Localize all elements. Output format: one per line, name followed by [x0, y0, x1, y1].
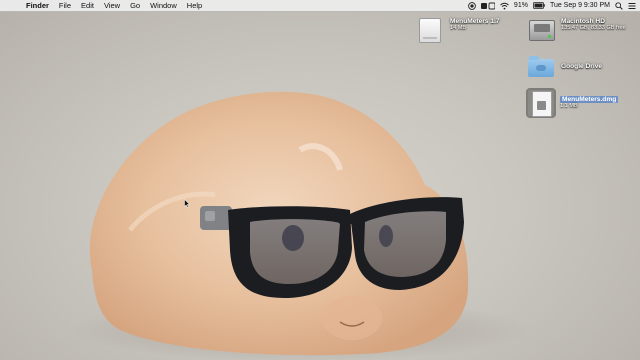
- hard-drive-icon: [528, 16, 555, 42]
- menu-help[interactable]: Help: [182, 1, 207, 10]
- notification-center-icon[interactable]: [628, 2, 636, 10]
- battery-percent[interactable]: 91%: [514, 2, 528, 9]
- icon-sublabel: 135.47 GB, 83.33 GB free: [561, 25, 626, 31]
- menu-edit[interactable]: Edit: [76, 1, 99, 10]
- search-icon[interactable]: [615, 1, 623, 10]
- menu-go[interactable]: Go: [125, 1, 145, 10]
- desktop-icon-menumeters-volume[interactable]: MenuMeters 1.7 14 MB: [416, 16, 500, 43]
- icon-sublabel: 1.1 MB: [560, 103, 578, 109]
- menu-finder[interactable]: Finder: [21, 1, 54, 10]
- icon-label: Macintosh HD: [561, 18, 605, 25]
- menu-view[interactable]: View: [99, 1, 125, 10]
- desktop-icon-menumeters-dmg[interactable]: MenuMeters.dmg 1.1 MB: [526, 88, 619, 118]
- battery-icon[interactable]: [533, 2, 545, 9]
- wifi-icon[interactable]: [500, 2, 509, 10]
- icon-label: Google Drive: [561, 63, 603, 70]
- icon-label: MenuMeters.dmg: [560, 96, 619, 103]
- mouse-cursor-icon: [184, 199, 190, 208]
- icon-label: MenuMeters 1.7: [450, 18, 500, 25]
- menumeters-icon[interactable]: [480, 2, 495, 10]
- status-area: 91% Tue Sep 9 9:30 PM: [468, 0, 636, 11]
- menu-bar: Finder File Edit View Go Window Help 91%…: [0, 0, 640, 12]
- icon-sublabel: 14 MB: [450, 25, 467, 31]
- record-icon[interactable]: [468, 1, 476, 10]
- drive-icon: [416, 16, 442, 43]
- disk-image-icon: [526, 88, 556, 118]
- desktop-icon-macintosh-hd[interactable]: Macintosh HD 135.47 GB, 83.33 GB free: [528, 16, 626, 42]
- menu-file[interactable]: File: [54, 1, 76, 10]
- folder-icon: [528, 54, 554, 80]
- menu-window[interactable]: Window: [145, 1, 182, 10]
- desktop-icon-google-drive[interactable]: Google Drive: [528, 54, 602, 80]
- clock[interactable]: Tue Sep 9 9:30 PM: [550, 2, 610, 9]
